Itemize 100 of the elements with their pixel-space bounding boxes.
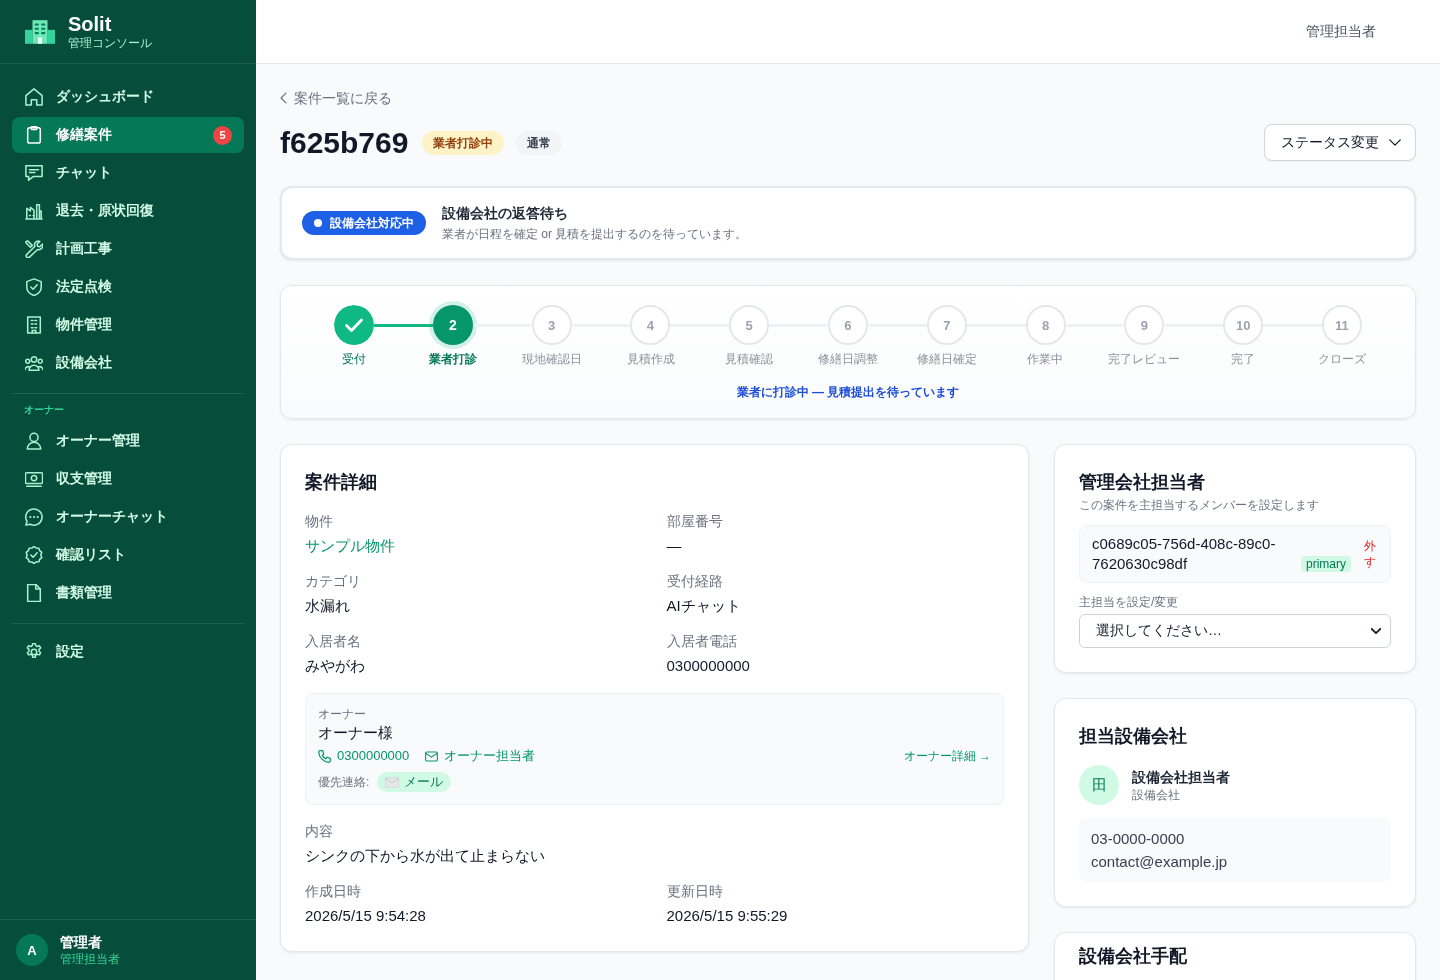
step-indicator: 5 <box>729 305 770 345</box>
owner-detail-link[interactable]: オーナー詳細 → <box>903 746 991 766</box>
nav-item[interactable]: オーナー管理 <box>12 423 244 459</box>
owner-contact-link[interactable]: オーナー担当者 <box>425 746 536 766</box>
field-value: 2026/5/15 9:55:29 <box>666 906 789 926</box>
nav-item[interactable]: 法定点検 <box>12 269 244 305</box>
field-label: 物件 <box>305 512 334 531</box>
chat-dots-icon <box>25 508 43 526</box>
step-indicator: 8 <box>1025 305 1066 345</box>
card-title: 管理会社担当者 <box>1079 471 1206 494</box>
nav-item[interactable]: 設備会社 <box>12 345 244 381</box>
nav-item[interactable]: 物件管理 <box>12 307 244 343</box>
header-user-name: 管理担当者 <box>1306 22 1376 41</box>
remove-button[interactable]: 外す <box>1363 538 1376 570</box>
owner-name: オーナー様 <box>318 723 394 743</box>
shield-check-icon <box>25 278 43 296</box>
building-icon <box>25 19 55 44</box>
assignee-select[interactable]: 選択してください… <box>1079 614 1391 648</box>
field-value: AIチャット <box>666 596 742 616</box>
step-indicator: 9 <box>1124 305 1165 345</box>
step-indicator: 10 <box>1223 305 1264 345</box>
step-indicator: 3 <box>531 305 572 345</box>
brand-subtitle: 管理コンソール <box>68 34 152 51</box>
step-label: クローズ <box>1317 352 1366 367</box>
status-tag: 業者打診中 <box>422 130 505 155</box>
factory-icon <box>25 202 43 220</box>
phone-icon <box>318 749 331 763</box>
preferred-contact-label: 優先連絡: <box>318 773 370 791</box>
field-value: 2026/5/15 9:54:28 <box>305 906 427 926</box>
vendor-company: 設備会社 <box>1132 787 1181 803</box>
step-label: 受付 <box>342 352 367 367</box>
nav-item[interactable]: 書類管理 <box>12 575 244 611</box>
chevron-down-icon <box>1389 139 1401 146</box>
step-label: 完了レビュー <box>1108 352 1181 367</box>
nav-section-label: オーナー <box>23 404 65 416</box>
step-caption: 業者に打診中 — 見積提出を待っています <box>735 384 961 400</box>
field-value: シンクの下から水が出て止まらない <box>305 846 546 866</box>
vendor-phone: 03-0000-0000 <box>1091 829 1186 849</box>
nav-item[interactable]: 修繕案件 5 <box>12 117 244 153</box>
nav-item[interactable]: オーナーチャット <box>12 499 244 535</box>
field-label: 内容 <box>305 822 334 841</box>
select-label: 主担当を設定/変更 <box>1079 594 1180 610</box>
step-label: 完了 <box>1230 352 1255 367</box>
card-title: 担当設備会社 <box>1079 725 1188 748</box>
field-value: 0300000000 <box>666 656 751 676</box>
step-label: 現地確認日 <box>521 352 582 367</box>
step-label: 作業中 <box>1027 352 1064 367</box>
field-label: 作成日時 <box>305 882 362 901</box>
field-label: 入居者電話 <box>666 632 738 651</box>
field-label: 部屋番号 <box>666 512 724 531</box>
step-label: 修繕日確定 <box>916 352 977 367</box>
nav-item[interactable]: 設定 <box>12 634 244 670</box>
nav-item[interactable]: 収支管理 <box>12 461 244 497</box>
member-id: c0689c05-756d-408c-89c0-7620630c98df <box>1092 534 1277 574</box>
nav-item[interactable]: 退去・原状回復 <box>12 193 244 229</box>
banknote-icon <box>25 470 43 488</box>
field-label: 入居者名 <box>305 632 362 651</box>
building-icon <box>25 316 43 334</box>
field-value: — <box>666 536 683 556</box>
gear-icon <box>25 643 43 661</box>
step-indicator: 2 <box>432 305 473 345</box>
owner-label: オーナー <box>318 706 367 722</box>
status-dot-icon <box>314 219 322 227</box>
nav-item[interactable]: チャット <box>12 155 244 191</box>
chevron-down-icon <box>1371 628 1381 634</box>
case-title: f625b769 <box>280 124 409 161</box>
user-avatar: A <box>16 934 48 966</box>
vendor-email: contact@example.jp <box>1091 852 1229 872</box>
user-name: 管理者 <box>60 933 103 951</box>
field-label: 更新日時 <box>666 882 724 901</box>
brand-name: Solit <box>68 12 113 35</box>
back-link[interactable]: 案件一覧に戻る <box>280 88 392 108</box>
owner-phone-link[interactable]: 0300000000 <box>318 746 410 766</box>
step-label: 業者打診 <box>429 352 478 367</box>
field-value: 水漏れ <box>305 596 351 616</box>
card-subtitle: この案件を主担当するメンバーを設定します <box>1079 497 1320 513</box>
wrench-icon <box>25 240 43 258</box>
clipboard-icon <box>25 126 43 144</box>
step-label: 修繕日調整 <box>818 352 878 367</box>
step-indicator: 4 <box>630 305 671 345</box>
card-title: 設備会社手配 <box>1079 945 1188 967</box>
step-label: 見積作成 <box>626 352 675 367</box>
badge-check-icon <box>25 546 43 564</box>
chat-bubble-icon <box>25 164 43 182</box>
property-link[interactable]: サンプル物件 <box>305 535 395 557</box>
envelope-icon <box>385 776 400 788</box>
vendor-avatar: 田 <box>1079 765 1119 805</box>
chevron-left-icon <box>280 92 287 104</box>
house-icon <box>25 88 43 106</box>
card-title: 案件詳細 <box>305 471 378 494</box>
primary-badge: primary <box>1301 556 1351 572</box>
nav-item[interactable]: ダッシュボード <box>12 79 244 115</box>
step-indicator: 11 <box>1321 305 1362 345</box>
nav-item[interactable]: 確認リスト <box>12 537 244 573</box>
user-icon <box>25 432 43 450</box>
document-icon <box>25 584 43 602</box>
nav-item[interactable]: 計画工事 <box>12 231 244 267</box>
step-indicator: 6 <box>828 305 868 345</box>
status-change-button[interactable]: ステータス変更 <box>1264 124 1416 161</box>
users-icon <box>25 354 43 372</box>
